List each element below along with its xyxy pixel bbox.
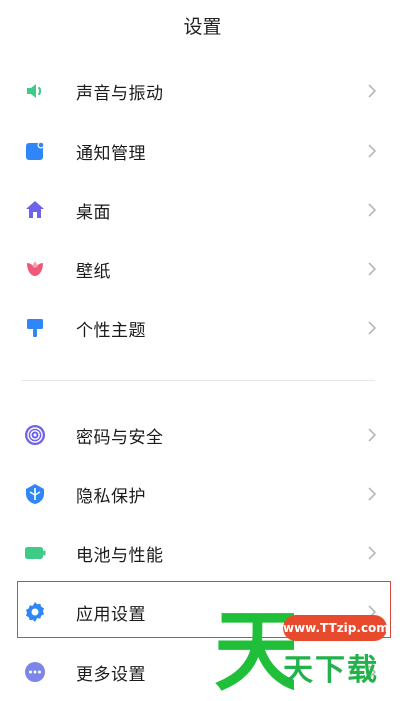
settings-item-wallpaper[interactable]: 壁纸 [0, 240, 405, 298]
settings-item-label: 个性主题 [76, 321, 146, 341]
speaker-icon [24, 80, 46, 102]
settings-item-label: 壁纸 [76, 262, 111, 282]
chevron-right-icon [368, 84, 377, 98]
chevron-right-icon [368, 144, 377, 158]
chevron-right-icon [368, 487, 377, 501]
chevron-right-icon [368, 203, 377, 217]
settings-item-privacy[interactable]: 隐私保护 [0, 465, 405, 523]
chevron-right-icon [368, 546, 377, 560]
page-title: 设置 [183, 16, 222, 38]
settings-item-label: 声音与振动 [76, 84, 164, 104]
watermark-logo: 天 [214, 600, 294, 696]
settings-item-label: 电池与性能 [76, 546, 164, 566]
settings-item-label: 密码与安全 [76, 428, 164, 448]
settings-item-label: 更多设置 [76, 665, 146, 685]
chevron-right-icon [368, 262, 377, 276]
settings-item-security[interactable]: 密码与安全 [0, 406, 405, 464]
notification-icon [24, 140, 46, 162]
settings-item-desktop[interactable]: 桌面 [0, 181, 405, 239]
settings-item-label: 隐私保护 [76, 487, 146, 507]
settings-item-notifications[interactable]: 通知管理 [0, 122, 405, 180]
chevron-right-icon [368, 321, 377, 335]
settings-item-label: 通知管理 [76, 144, 146, 164]
settings-item-battery[interactable]: 电池与性能 [0, 524, 405, 582]
shield-icon [24, 483, 46, 505]
battery-icon [24, 542, 46, 564]
svg-text:天: 天 [214, 600, 294, 696]
settings-item-sound[interactable]: 声音与振动 [0, 62, 405, 120]
brush-icon [24, 317, 46, 339]
chevron-right-icon [368, 428, 377, 442]
section-divider [22, 380, 375, 381]
watermark-text: 天下载 [283, 653, 379, 688]
more-dots-icon [24, 661, 46, 683]
home-icon [24, 199, 46, 221]
watermark-url: www.TTzip.com [283, 615, 389, 641]
settings-item-label: 桌面 [76, 203, 111, 223]
tulip-icon [24, 258, 46, 280]
fingerprint-icon [24, 424, 46, 446]
settings-item-themes[interactable]: 个性主题 [0, 299, 405, 357]
